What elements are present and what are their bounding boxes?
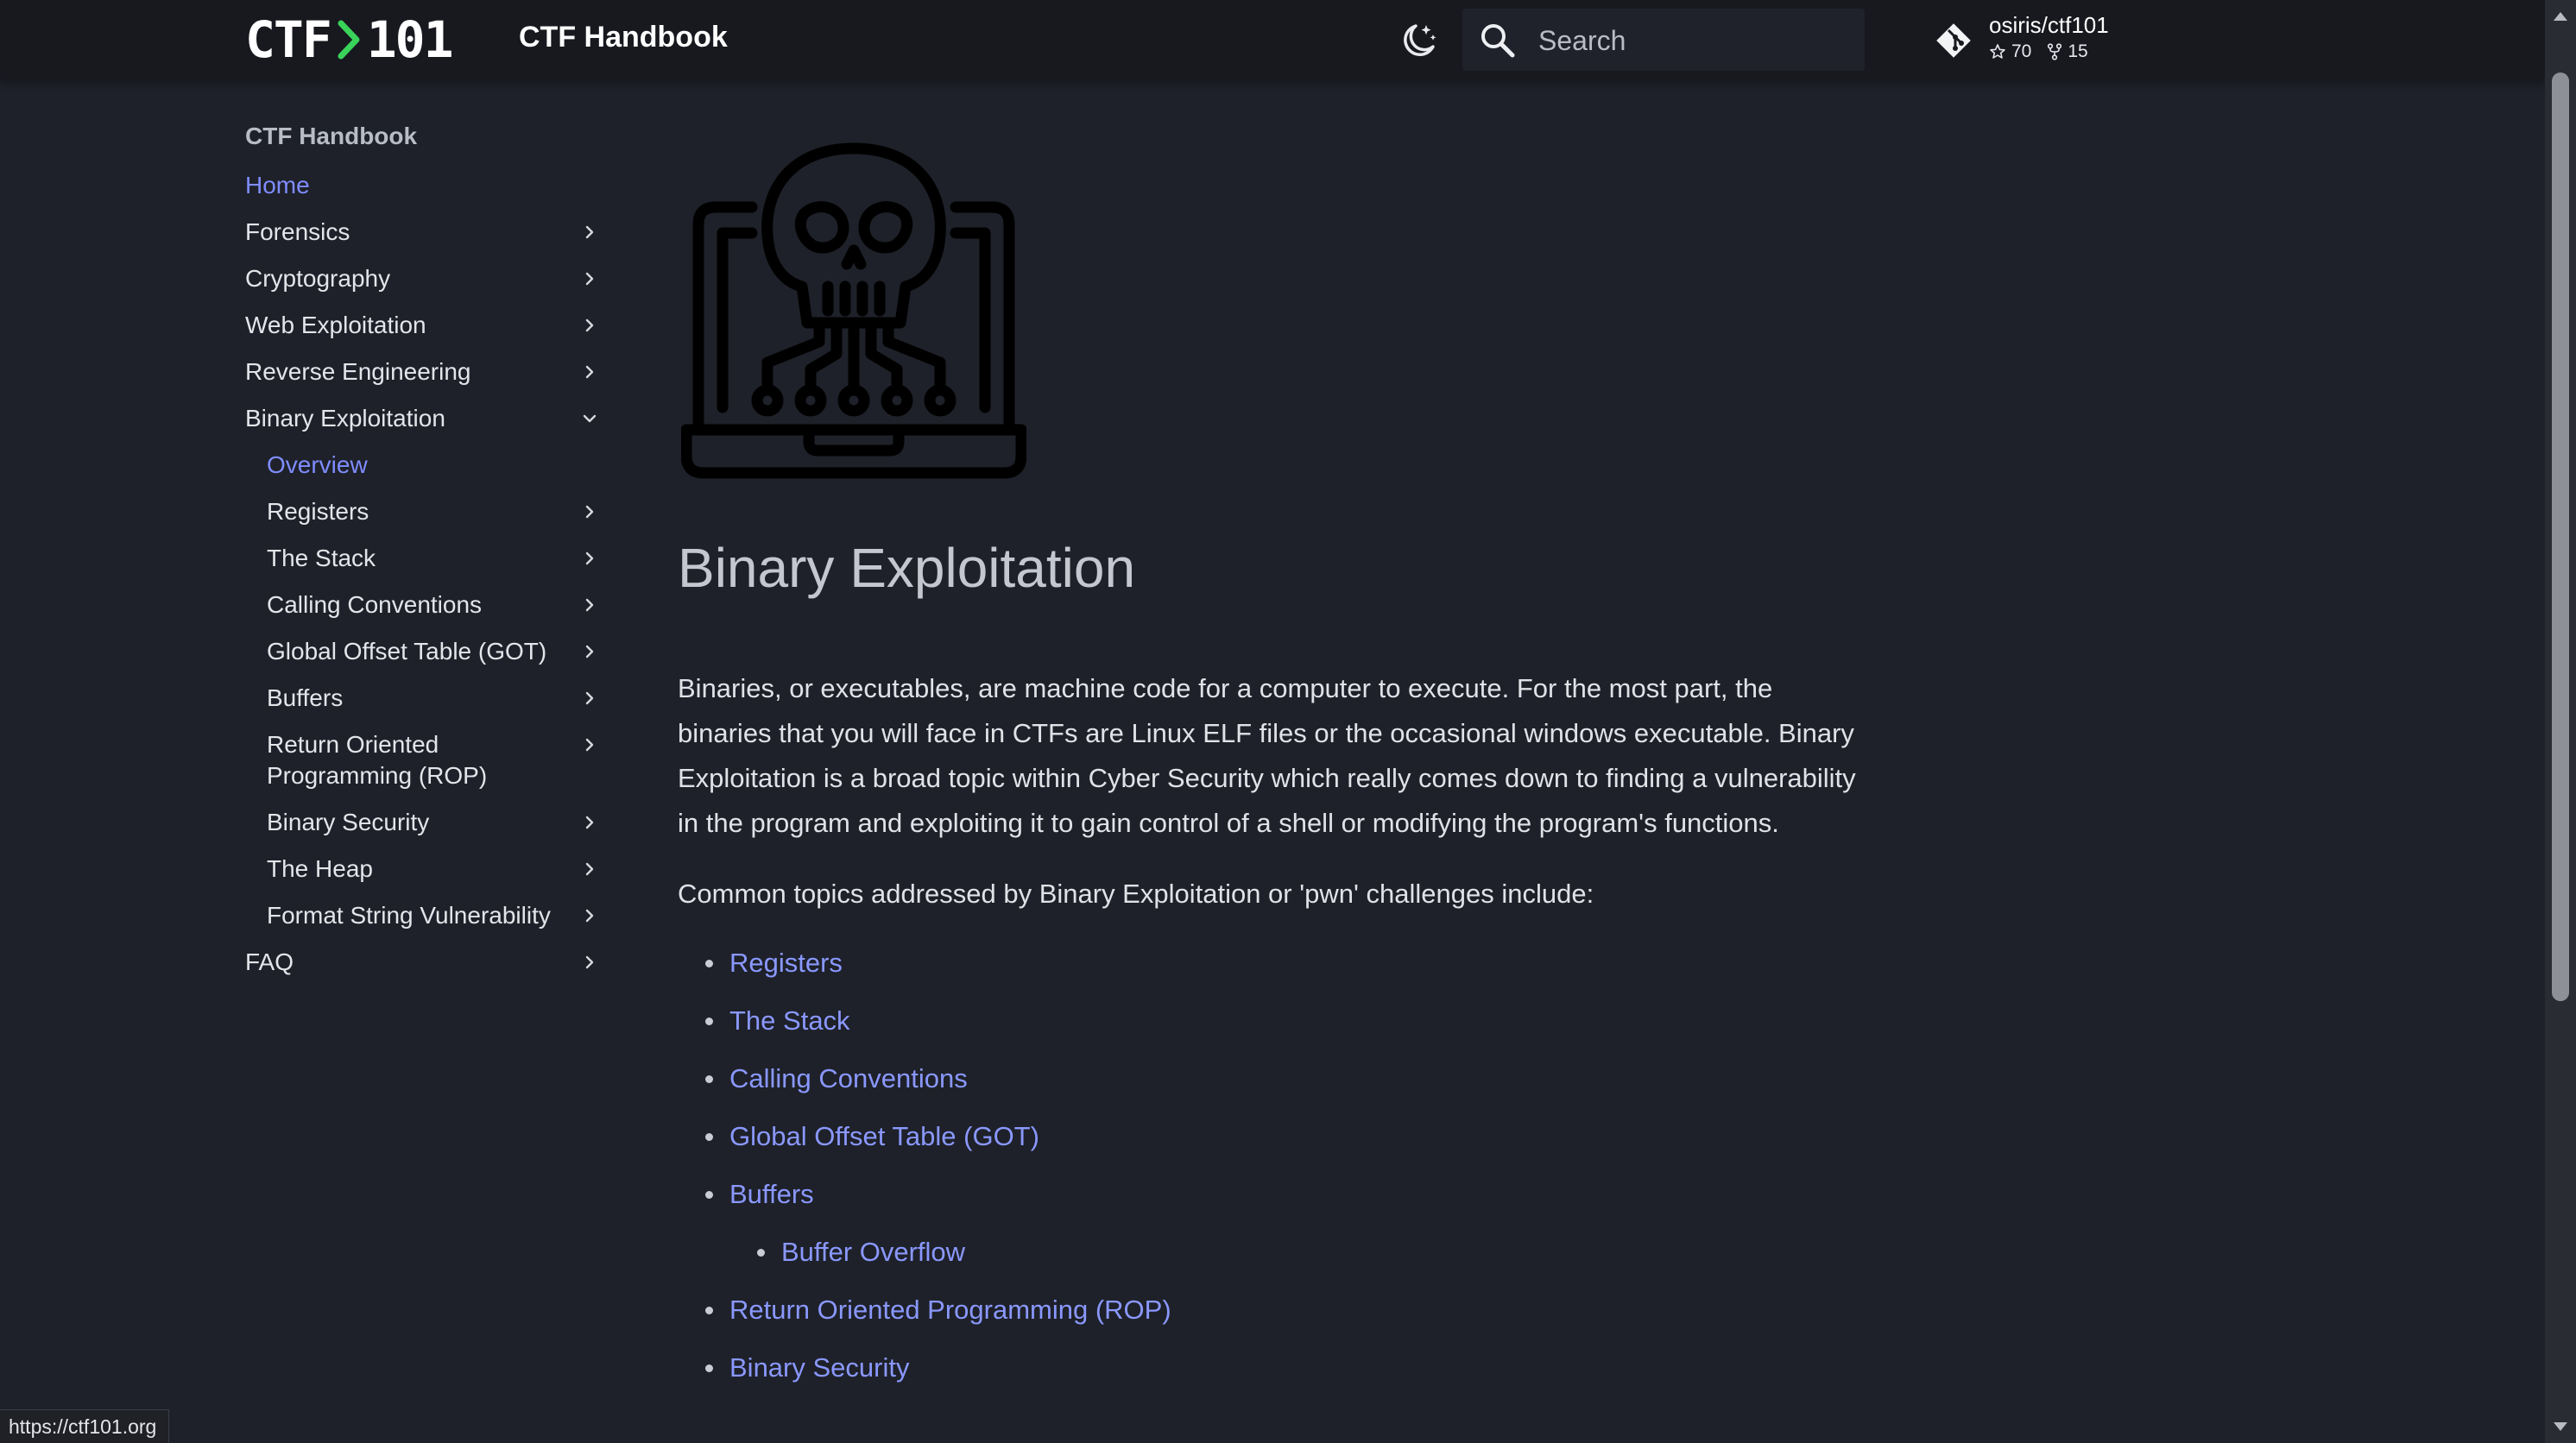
chevron-right-icon[interactable]: [580, 316, 599, 335]
repo-stars: 70: [1989, 41, 2031, 62]
topic-link-the-stack[interactable]: The Stack: [729, 1005, 850, 1036]
sidebar-item-global-offset-table-got[interactable]: Global Offset Table (GOT): [245, 632, 608, 678]
repo-forks-count: 15: [2068, 41, 2088, 61]
repo-forks: 15: [2047, 41, 2088, 62]
sidebar-item-label: Web Exploitation: [245, 312, 426, 338]
list-item: Binary Security: [678, 1347, 1869, 1389]
sidebar-item-home[interactable]: Home: [245, 166, 608, 212]
repo-facts: 70 15: [1989, 41, 2088, 62]
sidebar-item-faq[interactable]: FAQ: [245, 942, 608, 989]
scroll-down-arrow-icon[interactable]: [2545, 1415, 2576, 1440]
sidebar-item-label: Home: [245, 172, 310, 198]
logo-chevron-icon: [338, 20, 360, 60]
chevron-right-icon[interactable]: [580, 549, 599, 568]
logo-text-101: 101: [366, 10, 454, 69]
sidebar-item-registers[interactable]: Registers: [245, 492, 608, 539]
chevron-right-icon[interactable]: [580, 595, 599, 614]
chevron-right-icon[interactable]: [580, 953, 599, 972]
chevron-right-icon[interactable]: [580, 269, 599, 288]
sidebar-item-the-heap[interactable]: The Heap: [245, 849, 608, 896]
site-title[interactable]: CTF Handbook: [519, 21, 728, 54]
topics-intro-paragraph: Common topics addressed by Binary Exploi…: [678, 879, 1594, 909]
site-logo[interactable]: CTF 101: [245, 10, 454, 69]
sidebar-item-forensics[interactable]: Forensics: [245, 212, 608, 259]
repo-stars-count: 70: [2011, 41, 2032, 61]
topic-link-calling-conventions[interactable]: Calling Conventions: [729, 1063, 968, 1093]
page-title: Binary Exploitation: [678, 537, 1136, 599]
sidebar-nav-list: Home Forensics Cryptography Web Exploitatio…: [245, 166, 608, 989]
sidebar-item-label: Global Offset Table (GOT): [267, 638, 547, 665]
list-item: Calling Conventions: [678, 1058, 1869, 1100]
topic-link-buffers[interactable]: Buffers: [729, 1179, 814, 1209]
sidebar-item-buffers[interactable]: Buffers: [245, 678, 608, 725]
chevron-right-icon[interactable]: [580, 735, 599, 754]
sidebar-item-label: Cryptography: [245, 265, 391, 292]
fork-icon: [2048, 43, 2062, 60]
theme-toggle-button[interactable]: [1398, 21, 1438, 60]
scroll-up-arrow-icon[interactable]: [2545, 3, 2576, 28]
sidebar-item-label: Overview: [267, 451, 368, 478]
git-icon: [1936, 23, 1971, 58]
chevron-right-icon[interactable]: [580, 689, 599, 708]
sidebar-heading: CTF Handbook: [245, 123, 418, 149]
sidebar-item-binary-exploitation[interactable]: Binary Exploitation: [245, 399, 608, 445]
chevron-right-icon[interactable]: [580, 813, 599, 832]
topic-link-registers[interactable]: Registers: [729, 948, 843, 978]
chevron-right-icon[interactable]: [580, 642, 599, 661]
sidebar-item-label: Binary Security: [267, 809, 430, 835]
chevron-right-icon[interactable]: [580, 906, 599, 925]
chevron-right-icon[interactable]: [580, 502, 599, 521]
skull-laptop-icon: [681, 142, 1026, 479]
search-icon: [1481, 24, 1515, 58]
intro-paragraph: Binaries, or executables, are machine co…: [678, 673, 1856, 838]
list-item: Global Offset Table (GOT): [678, 1116, 1869, 1157]
star-icon: [1990, 44, 2005, 59]
sidebar-item-label: Binary Exploitation: [245, 405, 445, 432]
sidebar-item-overview[interactable]: Overview: [245, 445, 608, 492]
sidebar-item-label: The Stack: [267, 545, 376, 571]
logo-text-ctf: CTF: [245, 10, 332, 69]
topic-link-return-oriented-programming-rop[interactable]: Return Oriented Programming (ROP): [729, 1295, 1171, 1325]
sidebar-item-label: Registers: [267, 498, 369, 525]
topic-link-buffer-overflow[interactable]: Buffer Overflow: [781, 1237, 965, 1267]
scrollbar-thumb[interactable]: [2552, 72, 2569, 1001]
sidebar-item-label: FAQ: [245, 948, 294, 975]
search-box[interactable]: [1462, 9, 1865, 72]
list-item: Return Oriented Programming (ROP): [678, 1289, 1869, 1331]
list-item: The Stack: [678, 1000, 1869, 1042]
sidebar-item-label: Buffers: [267, 684, 344, 711]
sidebar-item-web-exploitation[interactable]: Web Exploitation: [245, 306, 608, 352]
repo-name: osiris/ctf101: [1989, 12, 2109, 38]
topic-link-global-offset-table-got[interactable]: Global Offset Table (GOT): [729, 1121, 1039, 1151]
sidebar-item-label: Reverse Engineering: [245, 358, 471, 385]
sidebar-item-label: Calling Conventions: [267, 591, 483, 618]
topic-link-binary-security[interactable]: Binary Security: [729, 1352, 909, 1383]
status-bar-url: https://ctf101.org: [0, 1409, 170, 1443]
topics-list: Registers The Stack Calling Conventions Glo…: [678, 942, 1869, 1389]
sidebar-item-the-stack[interactable]: The Stack: [245, 539, 608, 585]
sidebar-item-return-oriented-programming-rop[interactable]: Return Oriented Programming (ROP): [245, 725, 608, 803]
sidebar-item-reverse-engineering[interactable]: Reverse Engineering: [245, 352, 608, 399]
list-item: Buffers: [678, 1174, 1869, 1215]
site-header: CTF 101 CTF Handbook osiris/ctf10: [0, 0, 2545, 79]
page-scrollbar[interactable]: [2545, 0, 2576, 1443]
sidebar-item-binary-security[interactable]: Binary Security: [245, 803, 608, 849]
sidebar-item-label: Return Oriented Programming (ROP): [267, 731, 488, 789]
sidebar-item-label: The Heap: [267, 855, 373, 882]
sidebar-item-label: Format String Vulnerability: [267, 902, 551, 929]
main-content: Binary Exploitation Binaries, or executa…: [678, 138, 1869, 1405]
search-input[interactable]: [1537, 9, 1851, 72]
sidebar-item-calling-conventions[interactable]: Calling Conventions: [245, 585, 608, 632]
chevron-right-icon[interactable]: [580, 223, 599, 242]
chevron-right-icon[interactable]: [580, 860, 599, 879]
list-item: Buffer Overflow: [678, 1232, 1869, 1273]
sidebar-item-label: Forensics: [245, 218, 350, 245]
list-item: Registers: [678, 942, 1869, 984]
sidebar-item-format-string-vulnerability[interactable]: Format String Vulnerability: [245, 896, 608, 942]
moon-stars-icon: [1404, 24, 1436, 56]
chevron-right-icon[interactable]: [580, 362, 599, 381]
sidebar-nav: CTF Handbook Home Forensics Cryptography We…: [245, 119, 608, 989]
sidebar-item-cryptography[interactable]: Cryptography: [245, 259, 608, 306]
chevron-down-icon[interactable]: [580, 409, 599, 428]
